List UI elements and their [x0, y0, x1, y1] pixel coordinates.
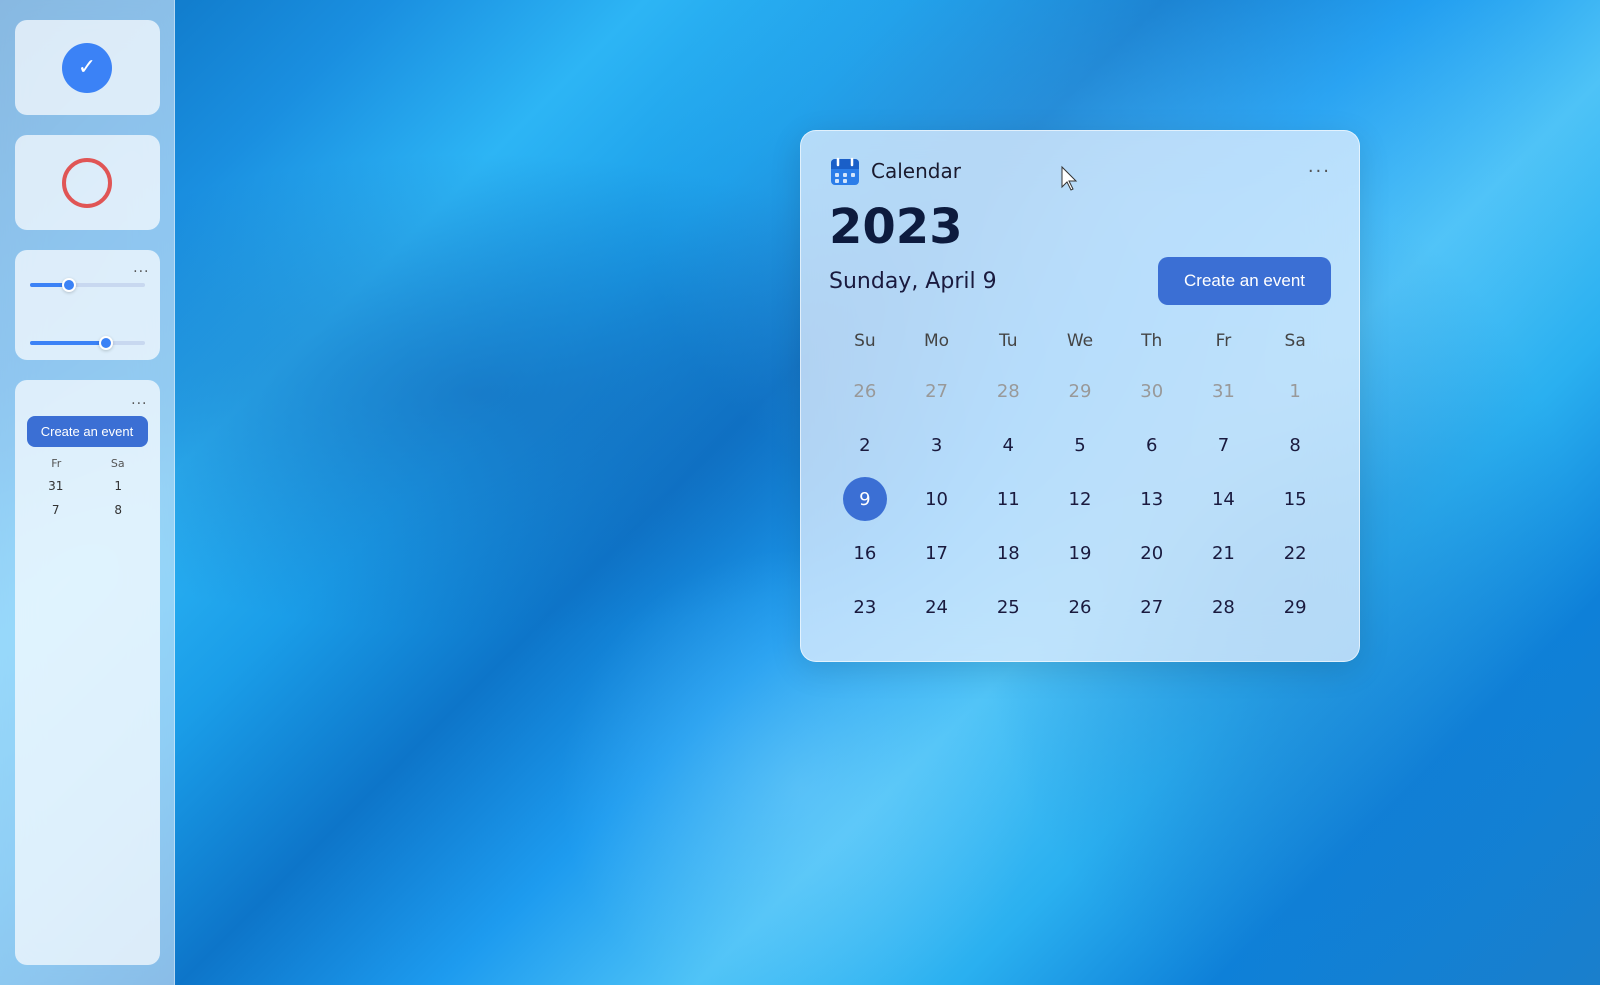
calendar-cell-13-row2[interactable]: 13 [1130, 477, 1174, 521]
calendar-cell-29-row0[interactable]: 29 [1058, 369, 1102, 413]
calendar-more-dots[interactable]: ··· [1308, 161, 1331, 182]
mini-cell-31[interactable]: 31 [27, 476, 86, 496]
mini-header-fr: Fr [27, 457, 87, 470]
calendar-cell-26-row4[interactable]: 26 [1058, 585, 1102, 629]
left-sidebar: ✓ ... ... Create an event Fr Sa 31 1 7 8 [0, 0, 175, 985]
calendar-cell-28-row4[interactable]: 28 [1201, 585, 1245, 629]
calendar-cell-3-row1[interactable]: 3 [915, 423, 959, 467]
sidebar-calendar-mini: ... Create an event Fr Sa 31 1 7 8 [15, 380, 160, 965]
calendar-cell-7-row1[interactable]: 7 [1201, 423, 1245, 467]
day-header-su: Su [829, 325, 901, 357]
calendar-cell-20-row3[interactable]: 20 [1130, 531, 1174, 575]
calendar-cell-27-row4[interactable]: 27 [1130, 585, 1174, 629]
calendar-cell-19-row3[interactable]: 19 [1058, 531, 1102, 575]
calendar-row-0: 26 27 28 29 30 31 1 [829, 365, 1331, 417]
day-header-mo: Mo [901, 325, 973, 357]
calendar-header: Calendar ··· [829, 155, 1331, 187]
calendar-cell-24-row4[interactable]: 24 [915, 585, 959, 629]
calendar-cell-21-row3[interactable]: 21 [1201, 531, 1245, 575]
create-event-small-button[interactable]: Create an event [27, 416, 148, 447]
calendar-cell-29-row4[interactable]: 29 [1273, 585, 1317, 629]
radio-widget [15, 135, 160, 230]
calendar-cell-27-row0[interactable]: 27 [915, 369, 959, 413]
check-icon: ✓ [62, 43, 112, 93]
calendar-row-4: 23 24 25 26 27 28 29 [829, 581, 1331, 633]
calendar-cell-15-row2[interactable]: 15 [1273, 477, 1317, 521]
calendar-cell-8-row1[interactable]: 8 [1273, 423, 1317, 467]
calendar-row-1: 2345678 [829, 419, 1331, 471]
calendar-cell-17-row3[interactable]: 17 [915, 531, 959, 575]
calendar-app-icon [829, 155, 861, 187]
calendar-day-headers: Su Mo Tu We Th Fr Sa [829, 325, 1331, 357]
calendar-cell-16-row3[interactable]: 16 [843, 531, 887, 575]
calendar-cell-9-row2[interactable]: 9 [843, 477, 887, 521]
slider-track-1[interactable] [30, 283, 145, 287]
sidebar-calendar-dots[interactable]: ... [27, 392, 148, 408]
mini-cal-headers: Fr Sa [27, 457, 148, 470]
calendar-cell-11-row2[interactable]: 11 [986, 477, 1030, 521]
day-header-sa: Sa [1259, 325, 1331, 357]
calendar-cell-28-row0[interactable]: 28 [986, 369, 1030, 413]
calendar-cell-22-row3[interactable]: 22 [1273, 531, 1317, 575]
mini-cell-8[interactable]: 8 [89, 500, 148, 520]
calendar-cell-2-row1[interactable]: 2 [843, 423, 887, 467]
mini-cell-7[interactable]: 7 [27, 500, 86, 520]
calendar-cell-10-row2[interactable]: 10 [915, 477, 959, 521]
calendar-cell-25-row4[interactable]: 25 [986, 585, 1030, 629]
slider-thumb-2[interactable] [99, 336, 113, 350]
calendar-title-area: Calendar [829, 155, 961, 187]
calendar-date-row: Sunday, April 9 Create an event [829, 257, 1331, 305]
calendar-row-3: 16 17 18 19 20 21 22 [829, 527, 1331, 579]
calendar-app-name: Calendar [871, 159, 961, 183]
calendar-cell-31-row0[interactable]: 31 [1201, 369, 1245, 413]
calendar-cell-18-row3[interactable]: 18 [986, 531, 1030, 575]
calendar-cell-6-row1[interactable]: 6 [1130, 423, 1174, 467]
calendar-grid: Su Mo Tu We Th Fr Sa 2627282930311234567… [829, 325, 1331, 633]
check-widget: ✓ [15, 20, 160, 115]
slider-track-2[interactable] [30, 341, 145, 345]
calendar-cell-1-row0[interactable]: 1 [1273, 369, 1317, 413]
day-header-fr: Fr [1188, 325, 1260, 357]
calendar-year: 2023 [829, 203, 1331, 251]
mini-cell-1[interactable]: 1 [89, 476, 148, 496]
calendar-cell-12-row2[interactable]: 12 [1058, 477, 1102, 521]
create-event-button[interactable]: Create an event [1158, 257, 1331, 305]
calendar-rows: 2627282930311234567891011121314151617181… [829, 365, 1331, 633]
day-header-th: Th [1116, 325, 1188, 357]
calendar-cell-4-row1[interactable]: 4 [986, 423, 1030, 467]
mini-header-sa: Sa [88, 457, 148, 470]
day-header-we: We [1044, 325, 1116, 357]
calendar-cell-26-row0[interactable]: 26 [843, 369, 887, 413]
calendar-cell-30-row0[interactable]: 30 [1130, 369, 1174, 413]
calendar-cell-14-row2[interactable]: 14 [1201, 477, 1245, 521]
calendar-widget: Calendar ··· 2023 Sunday, April 9 Create… [800, 130, 1360, 662]
slider-widget: ... [15, 250, 160, 360]
calendar-full-date: Sunday, April 9 [829, 269, 997, 294]
mini-cal-grid: 31 1 7 8 [27, 476, 148, 520]
calendar-cell-5-row1[interactable]: 5 [1058, 423, 1102, 467]
radio-icon [62, 158, 112, 208]
calendar-row-2: 9 10 11 12 13 14 15 [829, 473, 1331, 525]
calendar-cell-23-row4[interactable]: 23 [843, 585, 887, 629]
widget-dots-menu[interactable]: ... [133, 260, 149, 276]
day-header-tu: Tu [972, 325, 1044, 357]
slider-thumb-1[interactable] [62, 278, 76, 292]
